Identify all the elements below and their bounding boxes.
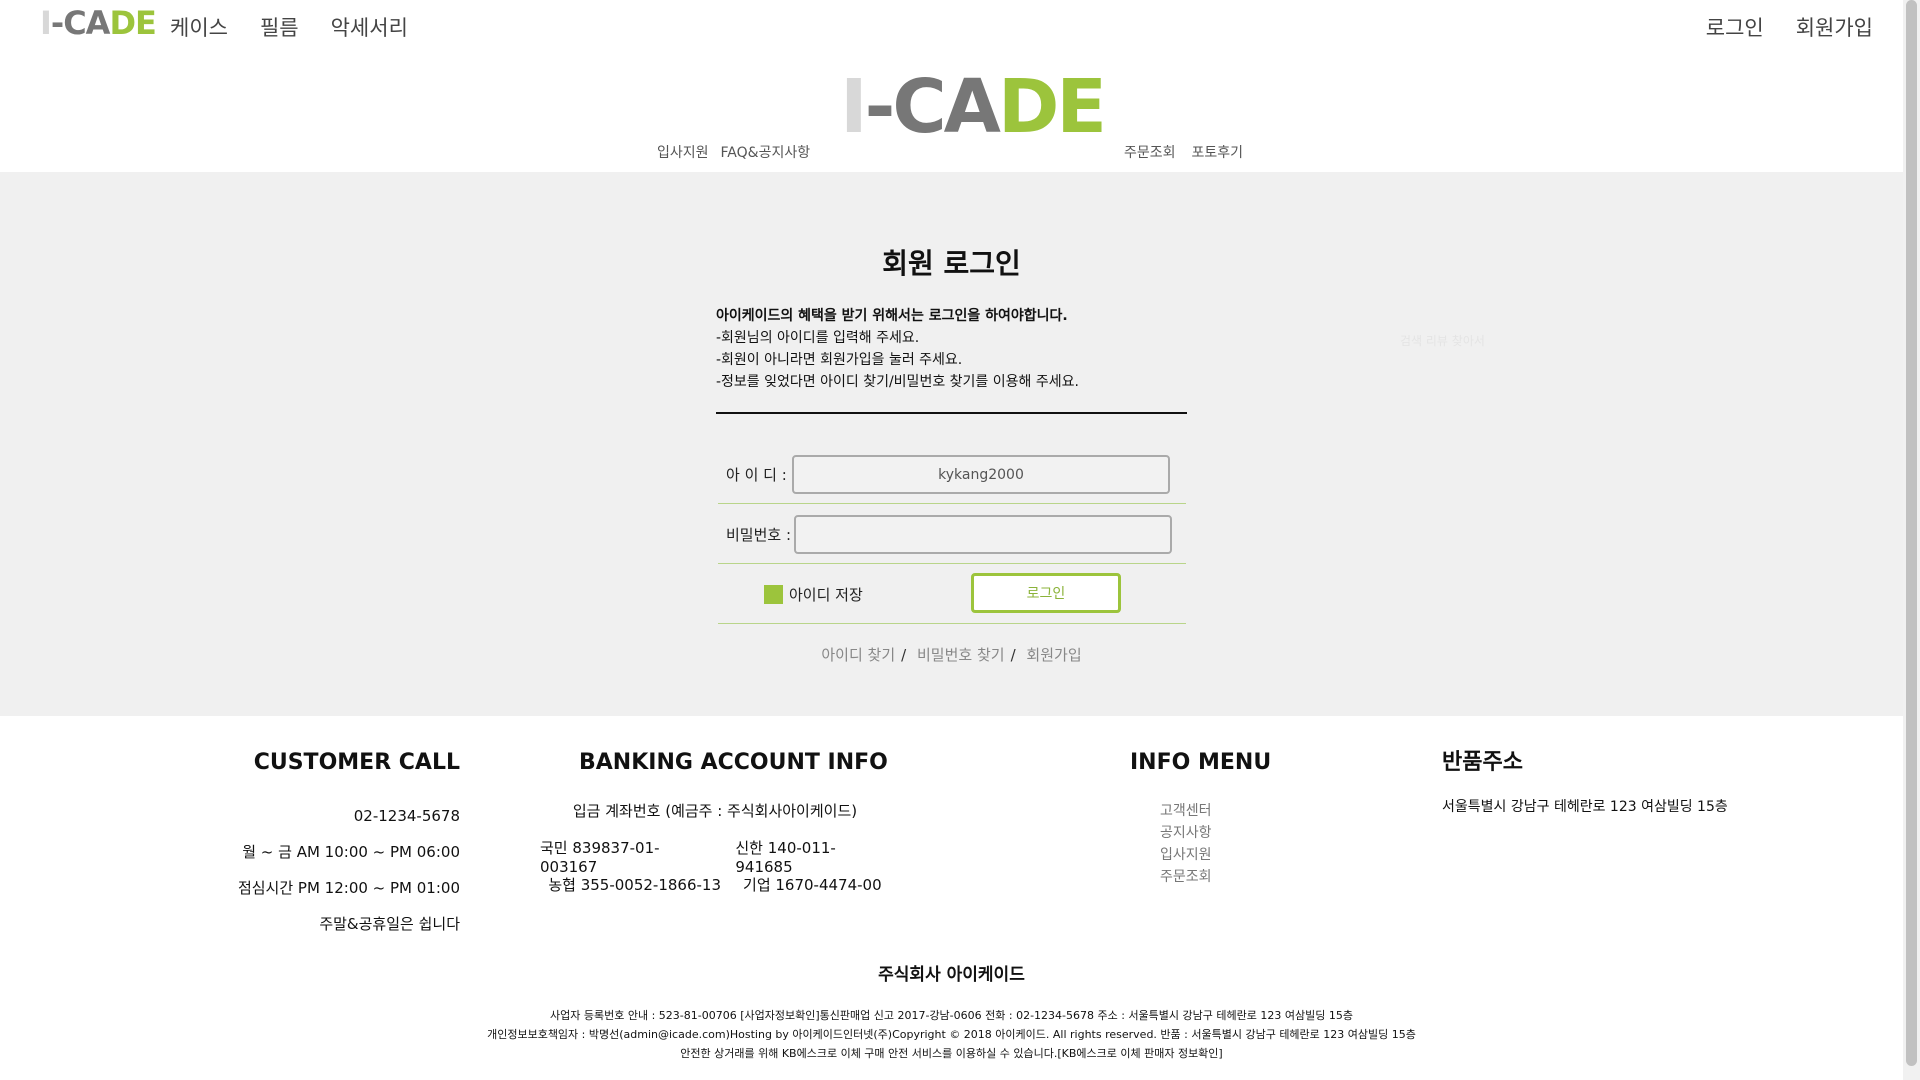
- main-nav: 케이스 필름 악세서리: [170, 12, 408, 42]
- top-header: I - CA DE 케이스 필름 악세서리 로그인 회원가입 I - CA DE 입사지원 …: [0, 0, 1903, 172]
- nav-photo-review[interactable]: 포토후기: [1192, 142, 1244, 162]
- auth-nav: 로그인 회원가입: [1706, 12, 1873, 42]
- account-nh: 농협 355-0052-1866-13: [548, 876, 722, 894]
- find-id-link[interactable]: 아이디 찾기: [821, 646, 895, 664]
- login-title: 회원 로그인: [882, 247, 1021, 280]
- legal-info: 사업자 등록번호 안내 : 523-81-00706 [사업자정보확인]통신판매…: [0, 1006, 1903, 1063]
- save-id-checkbox[interactable]: 아이디 저장: [764, 584, 863, 605]
- logo-wordmark: I - CA DE: [40, 4, 157, 42]
- company-name: 주식회사 아이케이드: [878, 965, 1025, 985]
- account-links: 아이디 찾기 / 비밀번호 찾기 / 회원가입: [0, 644, 1903, 665]
- account-ibk: 기업 1670-4474-00: [743, 876, 882, 894]
- info-menu-title: INFO MENU: [1130, 750, 1272, 775]
- footer: CUSTOMER CALL 02-1234-5678 월 ~ 금 AM 10:0…: [0, 716, 1903, 1080]
- info-menu-recruit[interactable]: 입사지원: [1160, 844, 1212, 866]
- link-separator: /: [1010, 646, 1016, 664]
- customer-call-title: CUSTOMER CALL: [253, 750, 460, 775]
- info-menu-customer-center[interactable]: 고객센터: [1160, 800, 1212, 822]
- password-label: 비밀번호 :: [726, 526, 792, 544]
- nav-recruit[interactable]: 입사지원: [657, 142, 709, 162]
- options-row: 아이디 저장 로그인: [718, 564, 1186, 624]
- main-logo[interactable]: I - CA DE: [840, 62, 1107, 152]
- sub-nav-right: 주문조회 포토후기: [1124, 142, 1243, 162]
- notice-line: -회원이 아니라면 회원가입을 눌러 주세요.: [716, 352, 963, 368]
- header-login-link[interactable]: 로그인: [1706, 12, 1764, 42]
- ghost-text: 검색 리뷰 찾아서: [1400, 334, 1485, 348]
- page: I - CA DE 케이스 필름 악세서리 로그인 회원가입 I - CA DE 입사지원 …: [0, 0, 1903, 1080]
- id-label: 아 이 디 :: [726, 466, 787, 484]
- password-input[interactable]: [794, 515, 1172, 554]
- account-row: 국민 839837-01-003167 신한 140-011-941685: [540, 837, 890, 876]
- notice-line: -회원님의 아이디를 입력해 주세요.: [716, 330, 920, 346]
- account-holder: 입금 계좌번호 (예금주 : 주식회사아이케이드): [572, 802, 858, 820]
- info-menu-notice[interactable]: 공지사항: [1160, 822, 1212, 844]
- legal-line: 사업자 등록번호 안내 : 523-81-00706 [사업자정보확인]통신판매…: [550, 1009, 1353, 1022]
- notice-line: -정보를 잊었다면 아이디 찾기/비밀번호 찾기를 이용해 주세요.: [716, 374, 1079, 390]
- legal-line: 안전한 상거래를 위해 KB에스크로 이체 구매 안전 서비스를 이용하실 수 …: [680, 1047, 1223, 1060]
- header-logo[interactable]: I - CA DE: [40, 4, 157, 42]
- link-separator: /: [901, 646, 907, 664]
- banking-title: BANKING ACCOUNT INFO: [579, 750, 888, 775]
- header-signup-link[interactable]: 회원가입: [1796, 12, 1873, 42]
- holiday-note: 주말&공휴일은 쉽니다: [319, 915, 460, 933]
- find-password-link[interactable]: 비밀번호 찾기: [917, 646, 1005, 664]
- account-row: 농협 355-0052-1866-13 기업 1670-4474-00: [540, 874, 890, 911]
- sub-nav-left: 입사지원 FAQ&공지사항: [657, 142, 810, 162]
- nav-film[interactable]: 필름: [260, 12, 299, 42]
- account-shinhan: 신한 140-011-941685: [735, 839, 836, 876]
- lunch-hours: 점심시간 PM 12:00 ~ PM 01:00: [237, 879, 460, 897]
- banking-info: 입금 계좌번호 (예금주 : 주식회사아이케이드) 국민 839837-01-0…: [540, 800, 890, 911]
- business-hours: 월 ~ 금 AM 10:00 ~ PM 06:00: [242, 843, 460, 861]
- customer-call-info: 02-1234-5678 월 ~ 금 AM 10:00 ~ PM 06:00 점…: [238, 798, 460, 942]
- login-button[interactable]: 로그인: [971, 573, 1121, 613]
- notice-divider: [716, 412, 1187, 414]
- login-section: 회원 로그인 검색 리뷰 찾아서 아이케이드의 혜택을 받기 위해서는 로그인을…: [0, 172, 1903, 716]
- password-row: 비밀번호 :: [718, 504, 1186, 564]
- notice-line: 아이케이드의 혜택을 받기 위해서는 로그인을 하여야합니다.: [716, 308, 1068, 324]
- info-menu: 고객센터 공지사항 입사지원 주문조회: [1160, 800, 1212, 888]
- nav-accessory[interactable]: 악세서리: [331, 12, 408, 42]
- account-kb: 국민 839837-01-003167: [540, 839, 660, 876]
- return-address: 서울특별시 강남구 테헤란로 123 여삼빌딩 15층: [1442, 799, 1728, 815]
- scrollbar-thumb[interactable]: [1906, 0, 1917, 1066]
- signup-link[interactable]: 회원가입: [1026, 646, 1081, 664]
- legal-line: 개인정보보호책임자 : 박명선(admin@icade.com)Hosting …: [487, 1028, 1416, 1041]
- login-notice: 아이케이드의 혜택을 받기 위해서는 로그인을 하여야합니다. -회원님의 아이…: [716, 305, 1186, 393]
- main-logo-wordmark: I - CA DE: [840, 64, 1107, 150]
- id-input[interactable]: [792, 455, 1170, 494]
- nav-case[interactable]: 케이스: [170, 12, 228, 42]
- nav-faq-notice[interactable]: FAQ&공지사항: [721, 142, 811, 162]
- info-menu-order-lookup[interactable]: 주문조회: [1160, 866, 1212, 888]
- checkbox-icon[interactable]: [764, 585, 783, 604]
- return-address-title: 반품주소: [1442, 750, 1523, 775]
- vertical-scrollbar[interactable]: [1903, 0, 1920, 1080]
- phone-number: 02-1234-5678: [353, 807, 460, 825]
- id-row: 아 이 디 :: [718, 444, 1186, 504]
- nav-order-lookup[interactable]: 주문조회: [1124, 142, 1176, 162]
- save-id-label: 아이디 저장: [789, 586, 863, 604]
